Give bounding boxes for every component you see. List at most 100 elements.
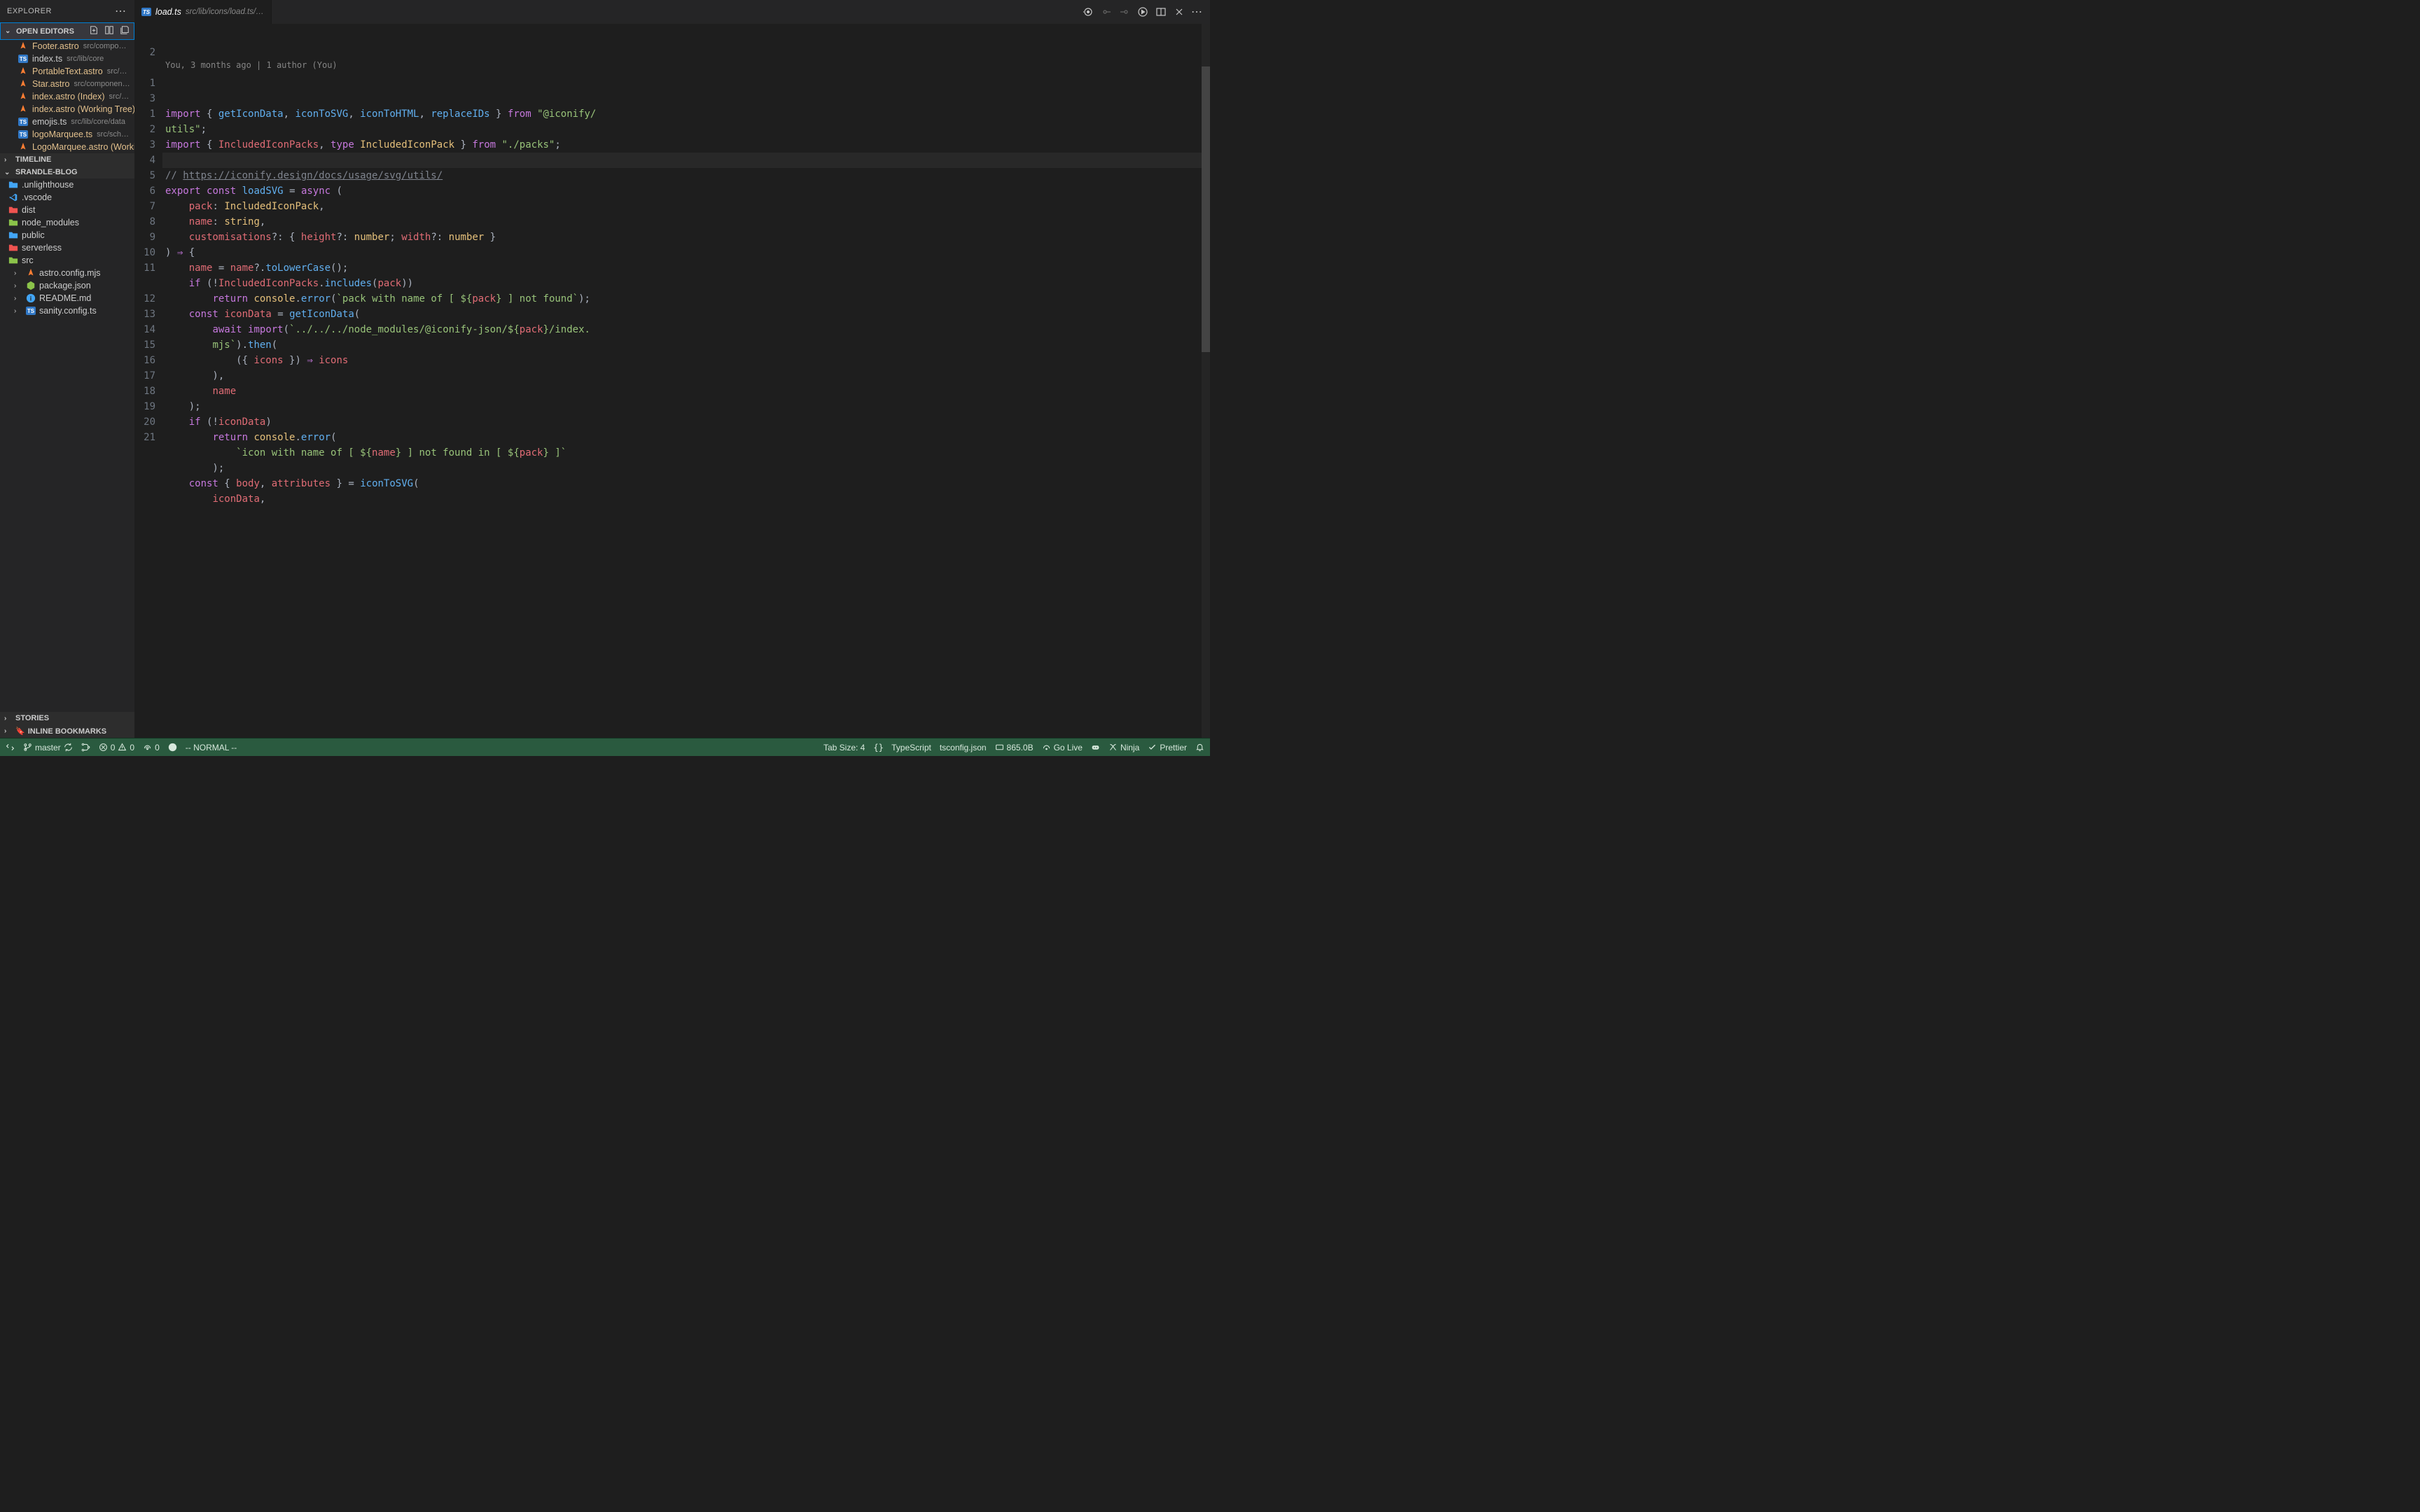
timeline-label: TIMELINE [15, 155, 51, 164]
file-name: logoMarquee.ts [32, 130, 92, 139]
section-project[interactable]: ⌄ SRANDLE-BLOG [0, 166, 134, 178]
tree-item[interactable]: public [0, 229, 134, 241]
section-open-editors[interactable]: ⌄ OPEN EDITORS [0, 22, 134, 40]
copilot-icon[interactable] [1091, 743, 1100, 752]
project-tree: .unlighthouse .vscode distnode_modulespubl… [0, 178, 134, 712]
tree-item[interactable]: .vscode [0, 191, 134, 204]
editor-more-icon[interactable]: ⋯ [1192, 6, 1203, 18]
astro-icon [26, 268, 36, 278]
chevron-right-icon: › [14, 270, 22, 277]
file-name: index.astro (Index) [32, 92, 105, 102]
open-editors-label: OPEN EDITORS [16, 27, 74, 36]
project-label: SRANDLE-BLOG [15, 168, 78, 176]
folder-icon [8, 205, 18, 215]
open-editor-item[interactable]: LogoMarquee.astro (Working Tre… [0, 141, 134, 153]
section-timeline[interactable]: › TIMELINE [0, 153, 134, 166]
filesize-status[interactable]: 865.0B [995, 743, 1034, 752]
tree-item-label: dist [22, 205, 35, 215]
folder-icon [8, 255, 18, 265]
chevron-right-icon: › [4, 156, 13, 164]
tree-item[interactable]: › astro.config.mjs [0, 267, 134, 279]
status-bar: master 0 0 0 -- NORMAL -- Tab Size: 4 {}… [0, 738, 1210, 756]
save-all-icon[interactable] [120, 25, 130, 37]
prettier-status[interactable]: Prettier [1148, 743, 1187, 752]
codelens-annotation[interactable]: You, 3 months ago | 1 author (You) [162, 55, 1210, 76]
line-gutter: 213123456789101112131415161718192021 [134, 24, 162, 738]
branch-status[interactable]: master [23, 743, 73, 752]
chevron-right-icon: › [4, 727, 13, 735]
open-editor-item[interactable]: index.astro (Working Tree)src/pa… [0, 103, 134, 115]
tree-item[interactable]: node_modules [0, 216, 134, 229]
explorer-header: EXPLORER ⋯ [0, 0, 134, 22]
github-icon[interactable] [168, 743, 177, 752]
tab-size[interactable]: Tab Size: 4 [823, 743, 865, 752]
ninja-status[interactable]: Ninja [1108, 743, 1139, 752]
branch-name: master [35, 743, 61, 752]
tree-item[interactable]: ›package.json [0, 279, 134, 292]
open-editor-item[interactable]: Footer.astro src/components/com… [0, 40, 134, 52]
tree-item[interactable]: dist [0, 204, 134, 216]
file-path: src/lib/core [67, 55, 104, 63]
tree-item-label: astro.config.mjs [39, 268, 101, 278]
sync-icon[interactable] [64, 743, 73, 752]
split-editor-icon[interactable] [1155, 6, 1167, 18]
tree-item-label: public [22, 230, 45, 240]
typescript-icon: TS [26, 307, 36, 315]
astro-icon [18, 142, 28, 152]
tree-item[interactable]: src [0, 254, 134, 267]
folder-icon [8, 243, 18, 253]
open-editor-item[interactable]: PortableText.astrosrc/component… [0, 65, 134, 78]
file-name: index.astro (Working Tree) [32, 104, 134, 114]
vim-mode: -- NORMAL -- [186, 743, 237, 752]
close-icon[interactable] [1174, 6, 1185, 18]
bell-icon[interactable] [1195, 743, 1204, 752]
folder-icon [8, 218, 18, 227]
tree-item-label: .vscode [22, 192, 52, 202]
file-name: Footer.astro [32, 41, 79, 51]
typescript-icon: TS [18, 130, 28, 139]
tree-item[interactable]: ›iREADME.md [0, 292, 134, 304]
toggle-layout-icon[interactable] [104, 25, 114, 37]
open-editor-item[interactable]: TSemojis.tssrc/lib/core/data [0, 115, 134, 128]
file-name: index.ts [32, 54, 62, 64]
open-editor-item[interactable]: TSlogoMarquee.tssrc/schemas/pag… [0, 128, 134, 141]
minimap[interactable] [1202, 24, 1210, 738]
code-area[interactable]: 213123456789101112131415161718192021 You… [134, 24, 1210, 738]
section-stories[interactable]: › STORIES [0, 712, 134, 724]
new-untitled-icon[interactable] [89, 25, 99, 37]
golive-status[interactable]: Go Live [1042, 743, 1083, 752]
code-lines[interactable]: You, 3 months ago | 1 author (You) impor… [162, 24, 1210, 738]
nav-forward-disabled-icon [1119, 6, 1130, 18]
tree-item[interactable]: serverless [0, 241, 134, 254]
tsconfig-status[interactable]: tsconfig.json [940, 743, 987, 752]
open-editors-list: Footer.astro src/components/com… TS index.t… [0, 40, 134, 153]
astro-icon [18, 92, 28, 102]
tree-item-label: .unlighthouse [22, 180, 74, 190]
remote-icon[interactable] [6, 743, 15, 752]
explorer-more-icon[interactable]: ⋯ [115, 4, 127, 18]
vscode-icon [8, 192, 18, 202]
tab-filepath: src/lib/icons/load.ts/… [186, 8, 264, 16]
folder-icon [8, 230, 18, 240]
section-bookmarks[interactable]: › 🔖 INLINE BOOKMARKS [0, 724, 134, 738]
astro-icon [18, 41, 28, 51]
chevron-right-icon: › [4, 715, 13, 722]
minimap-thumb[interactable] [1202, 66, 1210, 352]
tree-item[interactable]: ›TSsanity.config.ts [0, 304, 134, 317]
file-path: src/component… [107, 67, 130, 76]
open-editor-item[interactable]: Star.astrosrc/components/github [0, 78, 134, 90]
run-icon[interactable] [1137, 6, 1148, 18]
problems-status[interactable]: 0 0 [99, 743, 134, 752]
language-mode[interactable]: {} TypeScript [873, 743, 931, 752]
graph-icon[interactable] [81, 743, 90, 752]
typescript-icon: TS [18, 118, 28, 126]
gitlens-toggle-icon[interactable] [1083, 6, 1094, 18]
file-path: src/lib/core/data [71, 118, 125, 126]
tree-item-label: README.md [39, 293, 91, 303]
tab-active[interactable]: TS load.ts src/lib/icons/load.ts/… [134, 0, 272, 24]
file-path: src/components/com… [83, 42, 130, 50]
tree-item[interactable]: .unlighthouse [0, 178, 134, 191]
open-editor-item[interactable]: TSindex.tssrc/lib/core [0, 52, 134, 65]
ports-status[interactable]: 0 [143, 743, 160, 752]
open-editor-item[interactable]: index.astro (Index)src/pages/res… [0, 90, 134, 103]
